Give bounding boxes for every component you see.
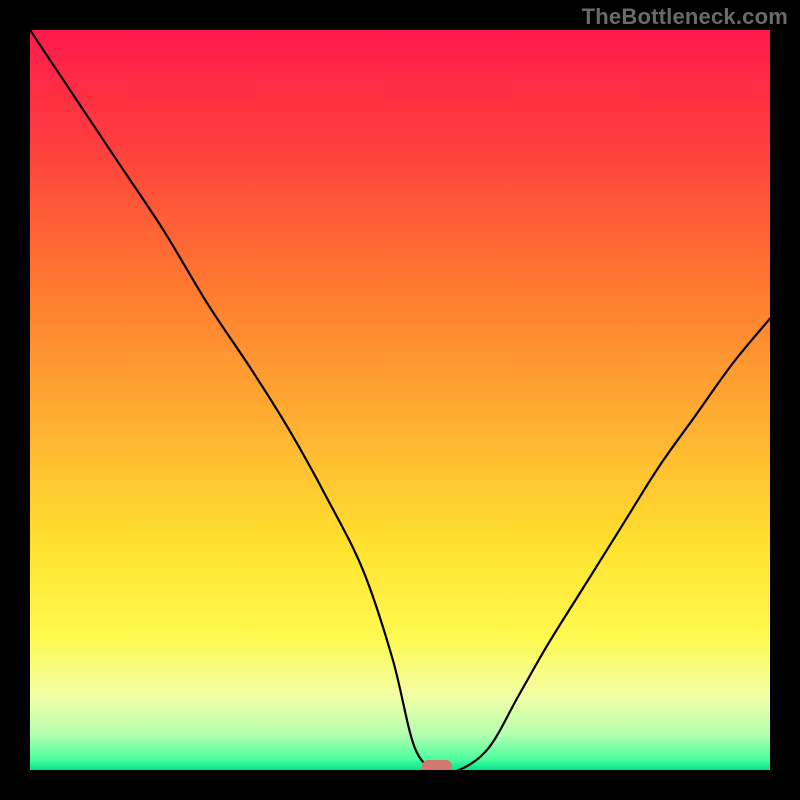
optimal-marker xyxy=(422,760,452,770)
plot-area xyxy=(30,30,770,770)
chart-frame: TheBottleneck.com xyxy=(0,0,800,800)
bottleneck-chart-svg xyxy=(30,30,770,770)
watermark-text: TheBottleneck.com xyxy=(582,4,788,30)
gradient-background xyxy=(30,30,770,770)
